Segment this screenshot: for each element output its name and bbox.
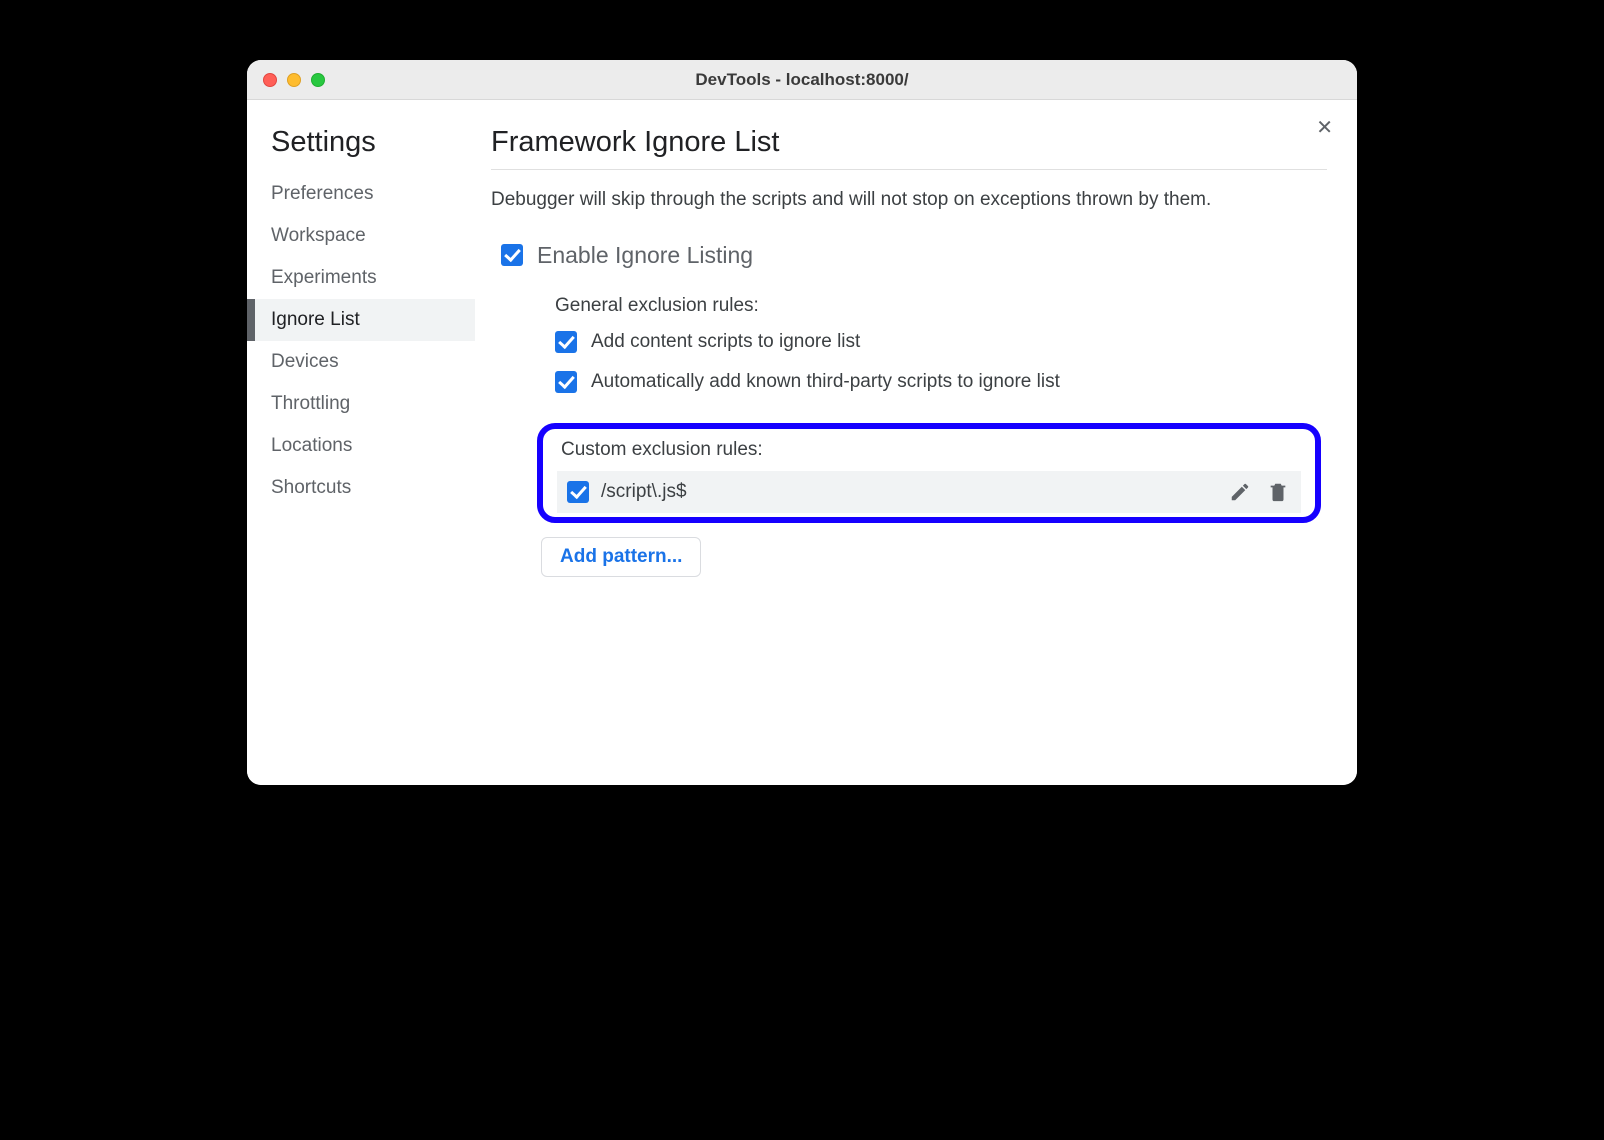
settings-body: ✕ Settings Preferences Workspace Experim… — [247, 100, 1357, 785]
devtools-window: DevTools - localhost:8000/ ✕ Settings Pr… — [247, 60, 1357, 785]
enable-ignore-listing-row: Enable Ignore Listing — [501, 242, 1327, 269]
sidebar-item-throttling[interactable]: Throttling — [247, 383, 475, 425]
content-scripts-checkbox[interactable] — [555, 331, 577, 353]
sidebar-item-locations[interactable]: Locations — [247, 425, 475, 467]
page-title: Framework Ignore List — [491, 126, 1327, 170]
enable-ignore-listing-checkbox[interactable] — [501, 244, 523, 266]
third-party-scripts-checkbox[interactable] — [555, 371, 577, 393]
window-title: DevTools - localhost:8000/ — [247, 70, 1357, 90]
custom-rules-label: Custom exclusion rules: — [561, 439, 1301, 461]
sidebar-item-shortcuts[interactable]: Shortcuts — [247, 467, 475, 509]
page-description: Debugger will skip through the scripts a… — [491, 186, 1327, 214]
close-icon[interactable]: ✕ — [1316, 118, 1333, 138]
sidebar-item-experiments[interactable]: Experiments — [247, 257, 475, 299]
custom-rule-pattern: /script\.js$ — [601, 481, 1215, 503]
general-rules-list: Add content scripts to ignore list Autom… — [555, 331, 1327, 393]
custom-rules-highlight: Custom exclusion rules: /script\.js$ — [537, 423, 1321, 523]
third-party-scripts-label: Automatically add known third-party scri… — [591, 371, 1060, 393]
sidebar-title: Settings — [247, 126, 475, 173]
general-rules-label: General exclusion rules: — [555, 295, 1327, 317]
sidebar-item-ignore-list[interactable]: Ignore List — [247, 299, 475, 341]
sidebar-item-preferences[interactable]: Preferences — [247, 173, 475, 215]
settings-main: Framework Ignore List Debugger will skip… — [475, 100, 1357, 785]
custom-rule-row: /script\.js$ — [557, 471, 1301, 513]
custom-rule-checkbox[interactable] — [567, 481, 589, 503]
add-pattern-button[interactable]: Add pattern... — [541, 537, 701, 577]
sidebar-item-workspace[interactable]: Workspace — [247, 215, 475, 257]
trash-icon[interactable] — [1265, 479, 1291, 505]
titlebar: DevTools - localhost:8000/ — [247, 60, 1357, 100]
edit-icon[interactable] — [1227, 479, 1253, 505]
general-rule-row: Add content scripts to ignore list — [555, 331, 1327, 353]
settings-sidebar: Settings Preferences Workspace Experimen… — [247, 100, 475, 785]
enable-ignore-listing-label: Enable Ignore Listing — [537, 242, 753, 269]
content-scripts-label: Add content scripts to ignore list — [591, 331, 860, 353]
general-rule-row: Automatically add known third-party scri… — [555, 371, 1327, 393]
sidebar-item-devices[interactable]: Devices — [247, 341, 475, 383]
